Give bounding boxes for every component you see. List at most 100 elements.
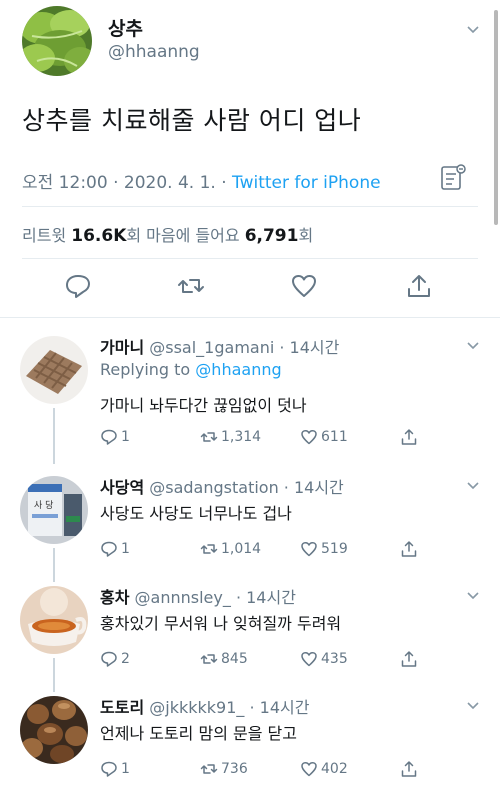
chevron-down-icon[interactable] bbox=[466, 478, 480, 492]
timestamp[interactable]: 오전 12:00 · 2020. 4. 1. · bbox=[22, 173, 232, 193]
reply-header: 사당역 @sadangstation · 14시간 bbox=[100, 474, 344, 498]
retweet-icon bbox=[200, 764, 218, 774]
source-link[interactable]: Twitter for iPhone bbox=[232, 173, 381, 193]
reply-actions: 1 736 402 bbox=[100, 758, 480, 780]
avatar[interactable] bbox=[20, 696, 88, 764]
like-button[interactable]: 435 bbox=[300, 648, 348, 670]
reply-text: 언제나 도토리 맘의 문을 닫고 bbox=[100, 724, 297, 743]
retweet-count: 736 bbox=[221, 761, 248, 777]
reply-text: 사당도 사당도 너무나도 겁나 bbox=[100, 504, 292, 523]
like-count: 6,791 bbox=[244, 226, 299, 246]
avatar[interactable]: 사 당 bbox=[20, 476, 88, 544]
heart-icon bbox=[301, 651, 317, 667]
share-button[interactable] bbox=[400, 648, 418, 670]
like-button[interactable]: 519 bbox=[300, 538, 348, 560]
svg-text:사 당: 사 당 bbox=[34, 500, 53, 511]
share-icon bbox=[401, 541, 417, 557]
heart-icon bbox=[301, 541, 317, 557]
avatar[interactable] bbox=[20, 586, 88, 654]
tweet-stats[interactable]: 리트윗 16.6K회 마음에 들어요 6,791회 bbox=[22, 222, 313, 246]
retweet-count: 1,314 bbox=[221, 429, 262, 445]
divider bbox=[22, 206, 478, 207]
reply-text: 가마니 놔두다간 끊임없이 덧나 bbox=[100, 396, 307, 415]
reply-count: 1 bbox=[121, 541, 130, 557]
share-icon bbox=[401, 429, 417, 445]
share-button[interactable] bbox=[400, 758, 418, 780]
retweet-button[interactable]: 736 bbox=[200, 758, 248, 780]
reply-icon bbox=[101, 761, 117, 777]
display-name[interactable]: 상추 bbox=[108, 14, 143, 41]
retweet-count: 1,014 bbox=[221, 541, 262, 557]
share-button[interactable] bbox=[400, 538, 418, 560]
reply-count: 1 bbox=[121, 429, 130, 445]
analytics-icon[interactable] bbox=[440, 163, 468, 193]
retweet-icon bbox=[200, 432, 218, 442]
reply-button[interactable]: 1 bbox=[100, 426, 130, 448]
like-count: 402 bbox=[321, 761, 348, 777]
share-button[interactable] bbox=[400, 426, 418, 448]
chevron-down-icon[interactable] bbox=[466, 22, 480, 36]
display-name[interactable]: 사당역 bbox=[100, 478, 144, 497]
avatar[interactable] bbox=[20, 336, 88, 404]
retweet-count: 845 bbox=[221, 651, 248, 667]
heart-icon[interactable] bbox=[290, 272, 318, 300]
thread-line bbox=[53, 408, 55, 464]
reply-count: 1 bbox=[121, 761, 130, 777]
user-handle[interactable]: @ssal_1gamani · 14시간 bbox=[144, 338, 339, 357]
reply-header: 도토리 @jkkkkk91_ · 14시간 bbox=[100, 694, 309, 718]
like-button[interactable]: 402 bbox=[300, 758, 348, 780]
retweet-button[interactable]: 1,014 bbox=[200, 538, 261, 560]
heart-icon bbox=[301, 761, 317, 777]
reply-text: 홍차있기 무서워 나 잊혀질까 두려워 bbox=[100, 614, 342, 633]
main-tweet: 상추 @hhaanng 상추를 치료해줄 사람 어디 업나 오전 12:00 ·… bbox=[0, 0, 500, 318]
reply-icon bbox=[101, 651, 117, 667]
like-button[interactable]: 611 bbox=[300, 426, 348, 448]
display-name[interactable]: 도토리 bbox=[100, 698, 144, 717]
reply-button[interactable]: 1 bbox=[100, 758, 130, 780]
display-name[interactable]: 가마니 bbox=[100, 338, 144, 357]
reply-actions: 2 845 435 bbox=[100, 648, 480, 670]
share-icon bbox=[401, 761, 417, 777]
retweet-icon[interactable] bbox=[177, 272, 205, 300]
user-handle[interactable]: @sadangstation · 14시간 bbox=[144, 478, 344, 497]
reply-tweet[interactable]: 도토리 @jkkkkk91_ · 14시간 언제나 도토리 맘의 문을 닫고 1… bbox=[0, 686, 500, 796]
retweet-button[interactable]: 1,314 bbox=[200, 426, 261, 448]
reply-count: 2 bbox=[121, 651, 130, 667]
retweet-count: 16.6K bbox=[71, 226, 127, 246]
share-icon bbox=[401, 651, 417, 667]
user-handle[interactable]: @jkkkkk91_ · 14시간 bbox=[144, 698, 309, 717]
reply-button[interactable]: 1 bbox=[100, 538, 130, 560]
likes-label: 회 마음에 들어요 bbox=[126, 226, 245, 245]
likes-suffix: 회 bbox=[298, 226, 314, 245]
tweet-meta: 오전 12:00 · 2020. 4. 1. · Twitter for iPh… bbox=[22, 168, 381, 193]
reply-button[interactable]: 2 bbox=[100, 648, 130, 670]
replying-label: Replying to bbox=[100, 360, 196, 379]
display-name[interactable]: 홍차 bbox=[100, 588, 129, 607]
avatar[interactable] bbox=[22, 6, 92, 76]
reply-actions: 1 1,314 611 bbox=[100, 426, 480, 448]
retweet-icon bbox=[200, 544, 218, 554]
tweet-actions bbox=[0, 272, 500, 304]
chevron-down-icon[interactable] bbox=[466, 698, 480, 712]
user-handle[interactable]: @hhaanng bbox=[108, 42, 200, 62]
divider bbox=[22, 258, 478, 259]
share-icon[interactable] bbox=[405, 272, 433, 300]
reply-icon[interactable] bbox=[64, 272, 92, 300]
like-count: 435 bbox=[321, 651, 348, 667]
reply-header: 홍차 @annnsley_ · 14시간 bbox=[100, 584, 296, 608]
reply-icon bbox=[101, 429, 117, 445]
like-count: 519 bbox=[321, 541, 348, 557]
user-handle[interactable]: @annnsley_ · 14시간 bbox=[129, 588, 296, 607]
reply-tweet[interactable]: 홍차 @annnsley_ · 14시간 홍차있기 무서워 나 잊혀질까 두려워… bbox=[0, 576, 500, 692]
retweet-button[interactable]: 845 bbox=[200, 648, 248, 670]
reply-header: 가마니 @ssal_1gamani · 14시간 bbox=[100, 334, 339, 358]
mention-link[interactable]: @hhaanng bbox=[195, 360, 281, 379]
reply-tweet[interactable]: 사 당 사당역 @sadangstation · 14시간 사당도 사당도 너무… bbox=[0, 466, 500, 582]
chevron-down-icon[interactable] bbox=[466, 338, 480, 352]
heart-icon bbox=[301, 429, 317, 445]
reply-tweet[interactable]: 가마니 @ssal_1gamani · 14시간 Replying to @hh… bbox=[0, 326, 500, 464]
tweet-text: 상추를 치료해줄 사람 어디 업나 bbox=[22, 106, 362, 135]
like-count: 611 bbox=[321, 429, 348, 445]
retweets-label: 리트윗 bbox=[22, 226, 72, 245]
chevron-down-icon[interactable] bbox=[466, 588, 480, 602]
